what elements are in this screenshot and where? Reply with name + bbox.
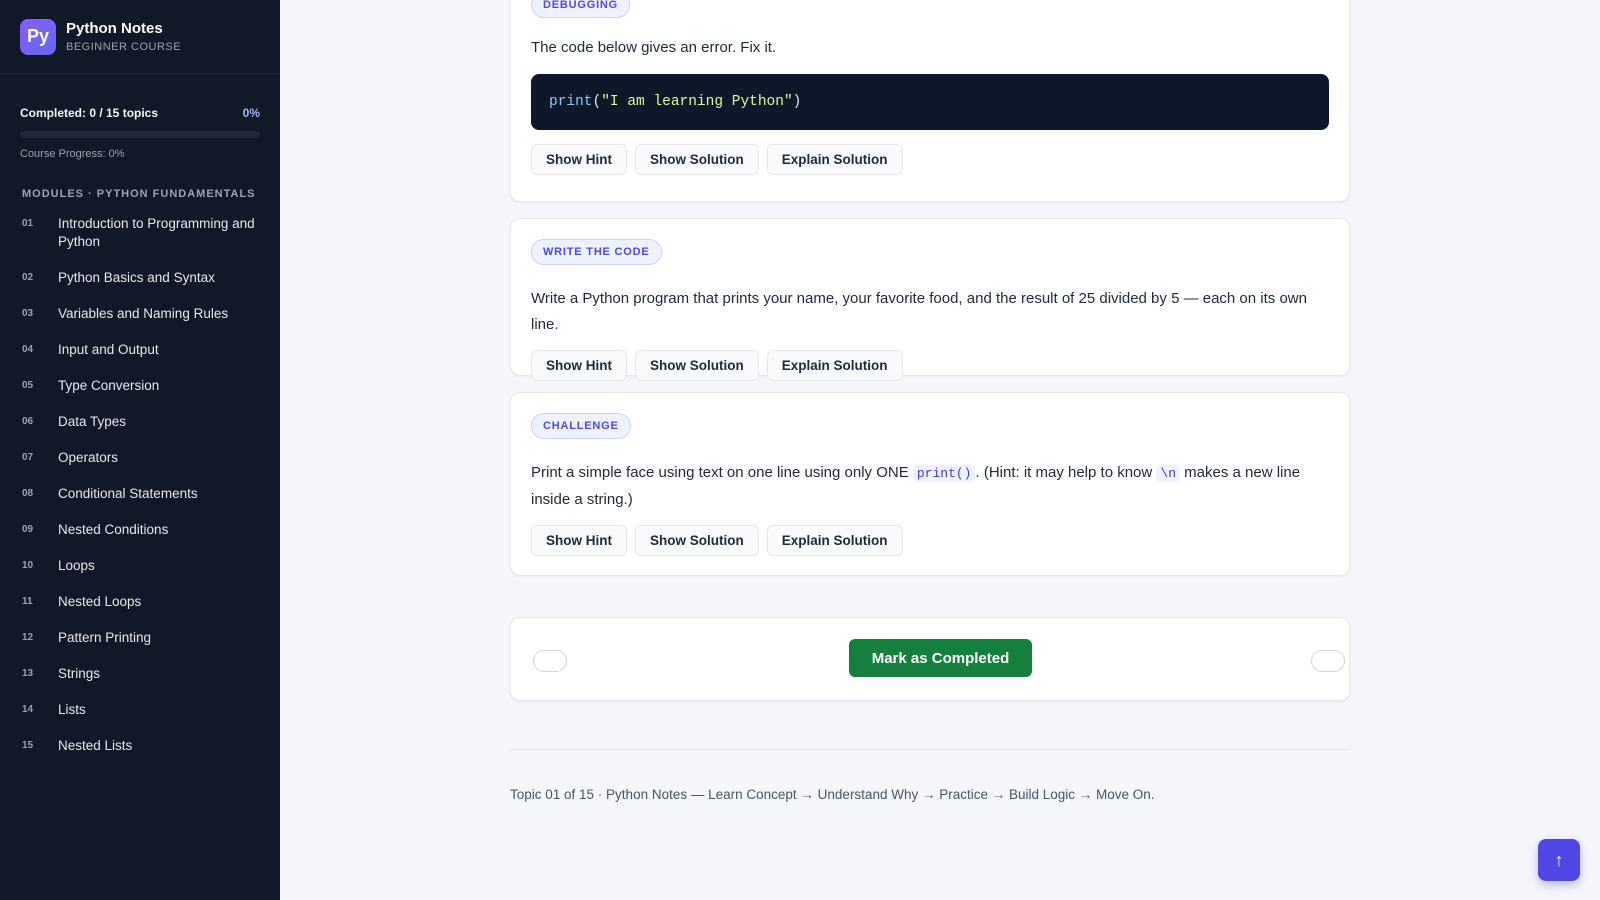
module-list: 01 Introduction to Programming and Python… — [0, 206, 280, 764]
module-number: 08 — [22, 488, 34, 499]
sidebar-item-variables[interactable]: 03 Variables and Naming Rules — [0, 296, 280, 332]
sidebar: Py Python Notes BEGINNER COURSE Complete… — [0, 0, 280, 900]
sidebar-item-conditionals[interactable]: 08 Conditional Statements — [0, 476, 280, 512]
sidebar-item-pattern-printing[interactable]: 12 Pattern Printing — [0, 620, 280, 656]
module-title: Nested Loops — [58, 594, 142, 609]
sidebar-item-type-conversion[interactable]: 05 Type Conversion — [0, 368, 280, 404]
module-number: 07 — [22, 452, 34, 463]
module-title: Variables and Naming Rules — [58, 306, 229, 321]
module-title: Loops — [58, 558, 95, 573]
module-number: 04 — [22, 344, 34, 355]
sidebar-item-io[interactable]: 04 Input and Output — [0, 332, 280, 368]
brand-header[interactable]: Py Python Notes BEGINNER COURSE — [0, 0, 280, 74]
module-title: Operators — [58, 450, 119, 465]
module-number: 15 — [22, 740, 34, 751]
show-solution-button[interactable]: Show Solution — [635, 525, 759, 556]
module-number: 10 — [22, 560, 34, 571]
code-paren-open: ( — [592, 94, 602, 110]
module-number: 11 — [22, 596, 33, 607]
module-number: 09 — [22, 524, 34, 535]
exercise-question: Print a simple face using text on one li… — [531, 464, 1301, 508]
explain-solution-button[interactable]: Explain Solution — [766, 525, 903, 556]
module-number: 02 — [22, 272, 34, 283]
explain-solution-button[interactable]: Explain Solution — [766, 350, 903, 381]
back-to-top-button[interactable]: ↑ — [1538, 839, 1580, 881]
sidebar-item-loops[interactable]: 10 Loops — [0, 548, 280, 584]
show-hint-button[interactable]: Show Hint — [531, 350, 627, 381]
sidebar-item-lists[interactable]: 14 Lists — [0, 692, 280, 728]
sidebar-item-nested-lists[interactable]: 15 Nested Lists — [0, 728, 280, 764]
code-function: print — [549, 94, 593, 110]
exercise-badge: CHALLENGE — [531, 413, 631, 439]
exercise-badge: DEBUGGING — [531, 0, 631, 18]
app-title: Python Notes — [66, 20, 163, 37]
previous-topic-button[interactable] — [533, 650, 567, 672]
modules-heading: MODULES · PYTHON FUNDAMENTALS — [22, 188, 256, 200]
module-title: Python Basics and Syntax — [58, 270, 215, 285]
module-number: 12 — [22, 632, 34, 643]
exercise-badge: WRITE THE CODE — [531, 239, 662, 265]
sidebar-item-basics[interactable]: 02 Python Basics and Syntax — [0, 260, 280, 296]
footer-divider — [510, 749, 1350, 750]
module-title: Conditional Statements — [58, 486, 198, 501]
show-hint-button[interactable]: Show Hint — [531, 144, 627, 175]
progress-percent: 0% — [242, 106, 260, 120]
module-number: 13 — [22, 668, 34, 679]
sidebar-item-nested-conditions[interactable]: 09 Nested Conditions — [0, 512, 280, 548]
module-title: Introduction to Programming and Python — [58, 216, 255, 249]
show-solution-button[interactable]: Show Solution — [635, 144, 759, 175]
exercise-card-write-code: WRITE THE CODE Write a Python program th… — [510, 218, 1350, 381]
sidebar-item-operators[interactable]: 07 Operators — [0, 440, 280, 476]
code-block: print("I am learning Python") — [531, 74, 1329, 130]
inline-code-print: print() — [912, 465, 976, 482]
module-number: 05 — [22, 380, 34, 391]
python-logo: Py — [20, 18, 56, 55]
app-subtitle: BEGINNER COURSE — [66, 41, 182, 53]
show-hint-button[interactable]: Show Hint — [531, 525, 627, 556]
inline-code-newline: \n — [1156, 465, 1180, 482]
exercise-question: Write a Python program that prints your … — [531, 290, 1307, 333]
progress-caption: Course Progress: 0% — [20, 148, 125, 160]
exercise-question: The code below gives an error. Fix it. — [531, 39, 777, 56]
progress-summary: Completed: 0 / 15 topics — [20, 106, 159, 120]
code-string: "I am learning Python" — [601, 94, 793, 110]
code-paren-close: ) — [792, 94, 802, 110]
sidebar-item-strings[interactable]: 13 Strings — [0, 656, 280, 692]
next-topic-button[interactable] — [1311, 650, 1345, 672]
module-title: Nested Lists — [58, 738, 133, 753]
footer-text: Topic 01 of 15 · Python Notes — Learn Co… — [510, 787, 1155, 802]
sidebar-item-data-types[interactable]: 06 Data Types — [0, 404, 280, 440]
exercise-card-debugging: DEBUGGING The code below gives an error.… — [510, 0, 1350, 202]
module-title: Nested Conditions — [58, 522, 169, 537]
module-title: Lists — [58, 702, 86, 717]
module-title: Input and Output — [58, 342, 159, 357]
explain-solution-button[interactable]: Explain Solution — [766, 144, 903, 175]
module-number: 14 — [22, 704, 34, 715]
sidebar-item-intro[interactable]: 01 Introduction to Programming and Python — [0, 206, 280, 260]
module-number: 06 — [22, 416, 34, 427]
main-content: DEBUGGING The code below gives an error.… — [280, 0, 1600, 900]
module-title: Strings — [58, 666, 101, 681]
show-solution-button[interactable]: Show Solution — [635, 350, 759, 381]
exercise-card-challenge: CHALLENGE Print a simple face using text… — [510, 392, 1350, 576]
progress-bar — [20, 131, 260, 138]
module-number: 03 — [22, 308, 34, 319]
sidebar-item-nested-loops[interactable]: 11 Nested Loops — [0, 584, 280, 620]
course-progress: Completed: 0 / 15 topics 0% Course Progr… — [0, 74, 280, 160]
mark-completed-button[interactable]: Mark as Completed — [849, 639, 1032, 677]
topic-navigation: Mark as Completed — [510, 617, 1350, 701]
module-title: Pattern Printing — [58, 630, 152, 645]
module-title: Data Types — [58, 414, 127, 429]
module-title: Type Conversion — [58, 378, 160, 393]
module-number: 01 — [22, 218, 34, 229]
